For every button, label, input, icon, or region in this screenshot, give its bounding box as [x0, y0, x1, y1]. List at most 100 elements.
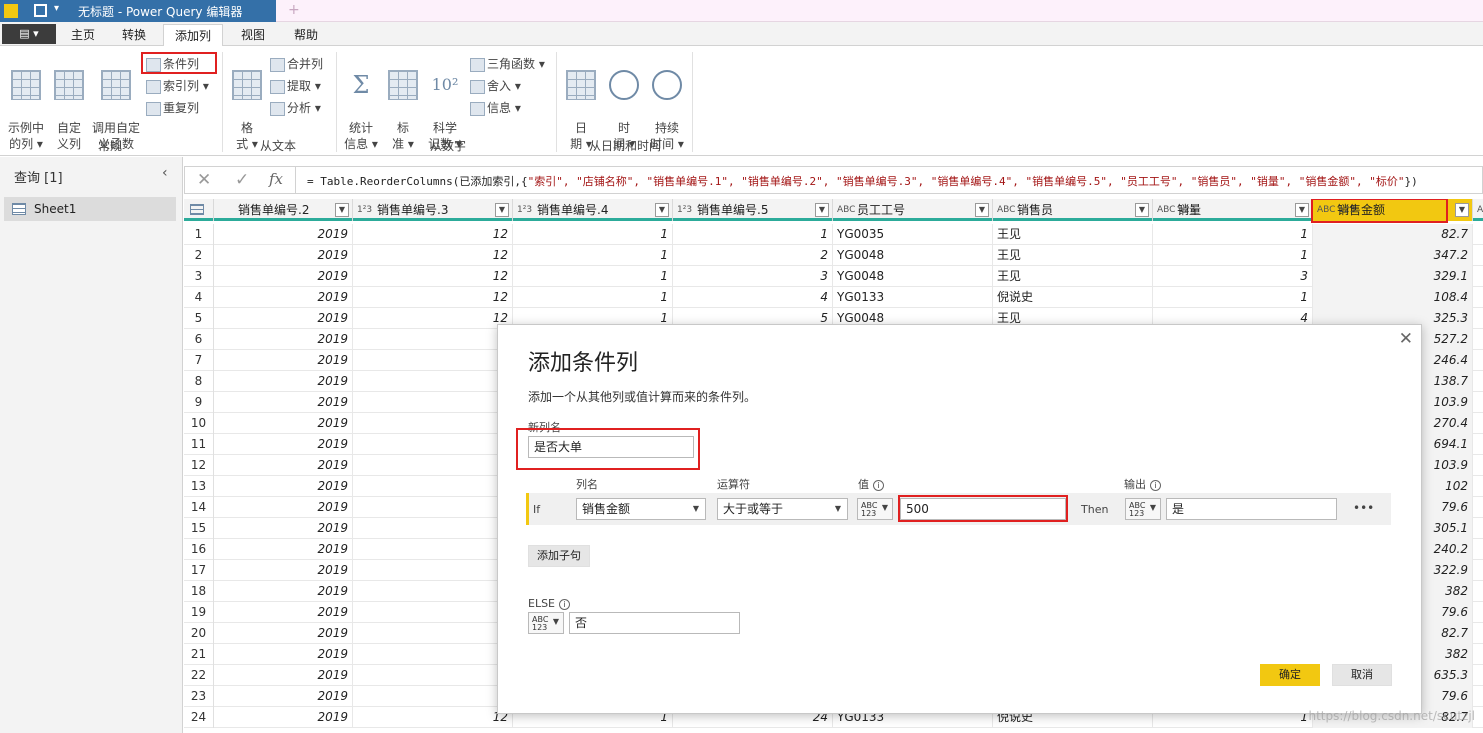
table-cell[interactable] [1473, 413, 1483, 434]
table-cell[interactable]: 2 [673, 245, 833, 266]
output-input[interactable]: 是 [1166, 498, 1337, 520]
table-cell[interactable] [353, 560, 513, 581]
table-cell[interactable]: 347.2 [1313, 245, 1473, 266]
table-cell[interactable]: 3 [1153, 266, 1313, 287]
table-cell[interactable]: 12 [353, 308, 513, 329]
table-cell[interactable]: 2019 [214, 434, 353, 455]
column-header-salesperson[interactable]: ABC 销售员 ▼ [993, 199, 1153, 221]
table-cell[interactable] [1473, 308, 1483, 329]
table-cell[interactable] [1473, 224, 1483, 245]
table-cell[interactable] [1473, 539, 1483, 560]
table-cell[interactable] [353, 623, 513, 644]
table-cell[interactable] [353, 539, 513, 560]
table-cell[interactable]: 2019 [214, 413, 353, 434]
table-row[interactable]: 3 2019 12 1 3 YG0048 王见 3 329.1 [184, 266, 1483, 287]
filter-dropdown-icon[interactable]: ▼ [495, 203, 509, 217]
table-cell[interactable]: 12 [353, 287, 513, 308]
table-cell[interactable]: 1 [513, 224, 673, 245]
table-cell[interactable]: 倪说史 [993, 287, 1153, 308]
table-cell[interactable] [1473, 329, 1483, 350]
table-cell[interactable]: 2019 [214, 224, 353, 245]
quick-access-dropdown[interactable]: ▾ [54, 3, 59, 14]
table-cell[interactable]: 2019 [214, 308, 353, 329]
table-cell[interactable]: 12 [353, 245, 513, 266]
table-cell[interactable] [1473, 392, 1483, 413]
table-cell[interactable] [353, 581, 513, 602]
table-cell[interactable] [1473, 350, 1483, 371]
table-menu-button[interactable] [184, 199, 214, 221]
tab-home[interactable]: 主页 [60, 24, 106, 46]
else-input[interactable]: 否 [569, 612, 740, 634]
filter-dropdown-icon[interactable]: ▼ [335, 203, 349, 217]
table-cell[interactable]: 1 [673, 224, 833, 245]
filter-dropdown-icon[interactable]: ▼ [975, 203, 989, 217]
table-cell[interactable] [1473, 497, 1483, 518]
information-button[interactable]: 信息 ▾ [470, 98, 521, 118]
close-icon[interactable]: ✕ [1399, 329, 1413, 349]
table-cell[interactable] [1473, 266, 1483, 287]
table-cell[interactable]: YG0048 [833, 245, 993, 266]
table-cell[interactable]: 1 [1153, 224, 1313, 245]
table-cell[interactable] [1473, 245, 1483, 266]
table-cell[interactable]: 2019 [214, 245, 353, 266]
table-cell[interactable]: 2019 [214, 560, 353, 581]
table-cell[interactable]: 1 [513, 287, 673, 308]
table-cell[interactable]: 2019 [214, 581, 353, 602]
output-type-button[interactable]: ABC 123 ▼ [1125, 498, 1161, 520]
parse-button[interactable]: 分析 ▾ [270, 98, 321, 118]
table-cell[interactable] [1473, 560, 1483, 581]
table-cell[interactable] [353, 602, 513, 623]
table-cell[interactable] [353, 434, 513, 455]
table-cell[interactable] [1473, 518, 1483, 539]
table-cell[interactable]: 王见 [993, 224, 1153, 245]
more-options-icon[interactable]: ••• [1353, 501, 1374, 515]
operator-select[interactable]: 大于或等于 ▼ [717, 498, 848, 520]
table-cell[interactable]: 82.7 [1313, 224, 1473, 245]
filter-dropdown-icon[interactable]: ▼ [655, 203, 669, 217]
table-cell[interactable]: YG0035 [833, 224, 993, 245]
table-cell[interactable] [353, 329, 513, 350]
rounding-button[interactable]: 舍入 ▾ [470, 76, 521, 96]
extract-button[interactable]: 提取 ▾ [270, 76, 321, 96]
table-cell[interactable]: 2019 [214, 371, 353, 392]
table-cell[interactable]: 王见 [993, 245, 1153, 266]
table-cell[interactable]: 2019 [214, 455, 353, 476]
table-cell[interactable] [353, 455, 513, 476]
table-cell[interactable] [1473, 455, 1483, 476]
table-cell[interactable]: 2019 [214, 623, 353, 644]
table-cell[interactable] [353, 665, 513, 686]
table-cell[interactable]: 1 [1153, 287, 1313, 308]
table-cell[interactable] [353, 476, 513, 497]
column-header-order-no-3[interactable]: 1²3 销售单编号.3 ▼ [353, 199, 513, 221]
standard-button[interactable]: 标 准 ▾ [386, 54, 420, 152]
trigonometry-button[interactable]: 三角函数 ▾ [470, 54, 545, 74]
fx-icon[interactable]: fx [269, 170, 283, 188]
collapse-icon[interactable]: ‹ [162, 165, 168, 181]
column-from-examples-button[interactable]: 示例中 的列 ▾ [4, 54, 48, 152]
column-header-order-no-5[interactable]: 1²3 销售单编号.5 ▼ [673, 199, 833, 221]
table-cell[interactable]: 2019 [214, 665, 353, 686]
table-cell[interactable]: 12 [353, 224, 513, 245]
index-column-button[interactable]: 索引列 ▾ [146, 76, 209, 96]
table-cell[interactable] [1473, 686, 1483, 707]
table-cell[interactable]: 2019 [214, 686, 353, 707]
table-cell[interactable] [1473, 371, 1483, 392]
save-icon[interactable] [34, 4, 47, 17]
table-cell[interactable]: 2019 [214, 644, 353, 665]
table-cell[interactable]: 329.1 [1313, 266, 1473, 287]
table-cell[interactable]: 2019 [214, 350, 353, 371]
table-row[interactable]: 4 2019 12 1 4 YG0133 倪说史 1 108.4 [184, 287, 1483, 308]
tab-help[interactable]: 帮助 [282, 24, 330, 46]
table-cell[interactable]: 4 [673, 287, 833, 308]
statistics-button[interactable]: Σ 统计 信息 ▾ [344, 54, 378, 152]
table-cell[interactable] [1473, 623, 1483, 644]
table-cell[interactable]: 1 [513, 245, 673, 266]
column-select[interactable]: 销售金额 ▼ [576, 498, 706, 520]
table-cell[interactable] [353, 686, 513, 707]
table-cell[interactable] [1473, 476, 1483, 497]
query-item-sheet1[interactable]: Sheet1 [4, 197, 176, 221]
filter-dropdown-icon[interactable]: ▼ [1295, 203, 1309, 217]
table-cell[interactable]: 2019 [214, 539, 353, 560]
table-cell[interactable] [353, 518, 513, 539]
table-cell[interactable]: 2019 [214, 287, 353, 308]
